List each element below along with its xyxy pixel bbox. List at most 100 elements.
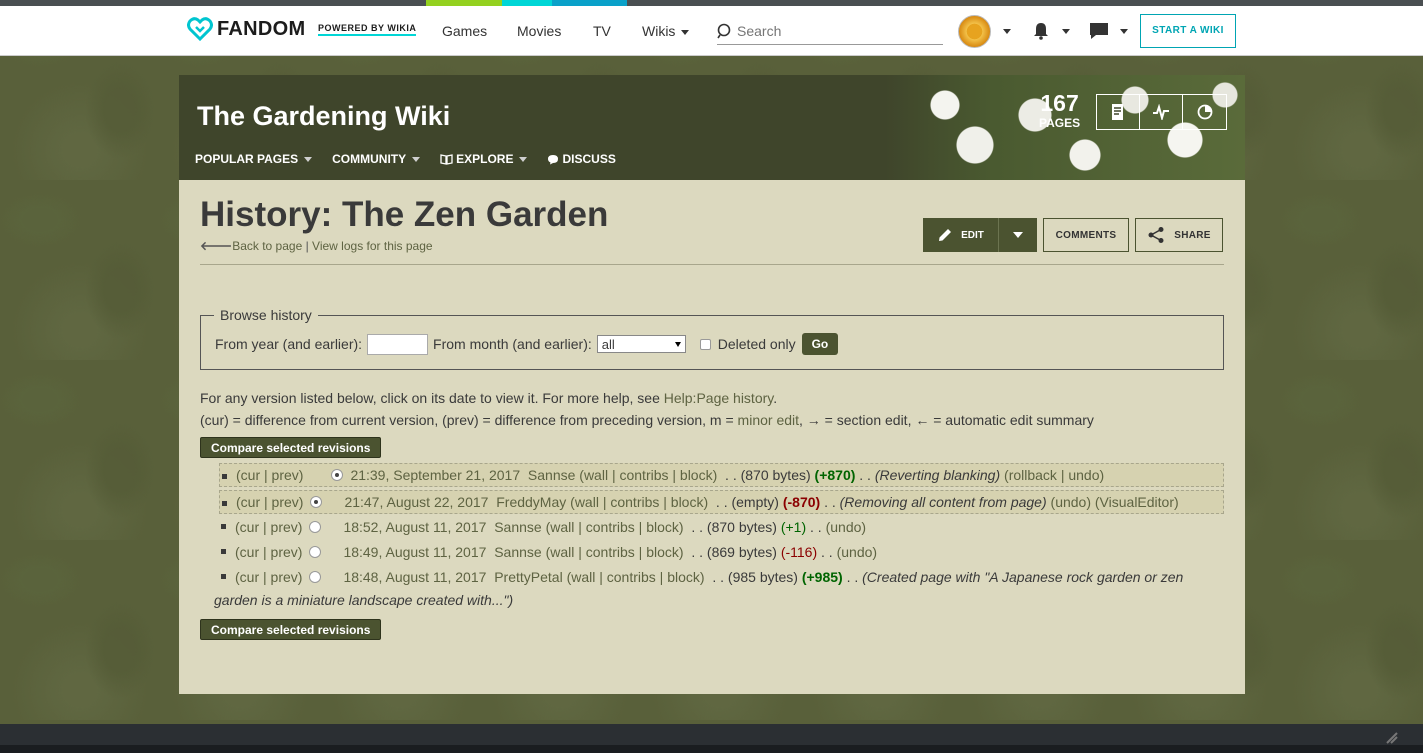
search-input[interactable] (737, 23, 927, 39)
revision-diff: (+985) (801, 568, 843, 585)
revision-actions[interactable]: (rollback | undo) (1004, 467, 1104, 483)
page-count-label: PAGES (1039, 116, 1081, 130)
chevron-down-icon (519, 156, 528, 162)
revision-user-link[interactable]: Sannse (494, 519, 541, 535)
add-new-page-button[interactable] (1097, 95, 1140, 129)
revision-radio[interactable] (331, 469, 344, 481)
user-tools-links[interactable]: (wall | contribs | block) (579, 467, 717, 483)
user-tools-links[interactable]: (wall | contribs | block) (546, 544, 684, 560)
nav-movies[interactable]: Movies (517, 23, 561, 39)
tab-explore[interactable]: EXPLORE (440, 152, 528, 166)
speech-bubble-icon (548, 154, 559, 164)
share-label: SHARE (1174, 229, 1211, 241)
edit-button-group: EDIT (923, 218, 1037, 252)
revision-date-link[interactable]: 18:48, August 11, 2017 (343, 569, 486, 585)
revision-date-link[interactable]: 18:52, August 11, 2017 (343, 519, 486, 535)
fandom-logo[interactable]: FANDOM (187, 16, 305, 42)
back-to-page-link[interactable]: Back to page (232, 239, 302, 253)
nav-tv[interactable]: TV (593, 23, 611, 39)
revision-diff: (-116) (780, 543, 818, 560)
breadcrumb: 🡐Back to page | View logs for this page (200, 238, 433, 253)
go-button[interactable]: Go (801, 333, 839, 355)
deleted-only-label: Deleted only (717, 336, 796, 352)
view-logs-link[interactable]: View logs for this page (312, 239, 433, 253)
messages-icon[interactable] (1089, 22, 1109, 40)
tab-popular-pages[interactable]: POPULAR PAGES (195, 152, 313, 166)
revision-radio[interactable] (310, 496, 323, 508)
revision-diff: (+1) (780, 518, 807, 535)
notifications-bell-icon[interactable] (1032, 22, 1050, 40)
wiki-tools (1096, 94, 1227, 130)
tab-community[interactable]: COMMUNITY (332, 152, 421, 166)
user-tools-links[interactable]: (wall | contribs | block) (546, 519, 684, 535)
revision-user-link[interactable]: Sannse (528, 467, 575, 483)
wiki-header: The Gardening Wiki POPULAR PAGES COMMUNI… (179, 75, 1245, 180)
share-button[interactable]: SHARE (1135, 218, 1223, 252)
add-page-icon (1112, 104, 1123, 120)
user-tools-links[interactable]: (wall | contribs | block) (567, 569, 705, 585)
wiki-activity-button[interactable] (1140, 95, 1183, 129)
start-a-wiki-button[interactable]: START A WIKI (1140, 14, 1236, 48)
pencil-icon (939, 229, 952, 241)
revision-radio[interactable] (309, 545, 322, 558)
revision-user-link[interactable]: Sannse (494, 544, 541, 560)
edit-button[interactable]: EDIT (923, 218, 999, 252)
revision-size: . . (985 bytes) (712, 568, 798, 585)
revision-date-link[interactable]: 18:49, August 11, 2017 (343, 544, 486, 560)
nav-wikis[interactable]: Wikis (642, 23, 690, 39)
browse-history-form: Browse history From year (and earlier): … (200, 307, 1224, 370)
revision-date-link[interactable]: 21:39, September 21, 2017 (350, 467, 520, 483)
revision-radio[interactable] (309, 570, 322, 583)
revision-actions[interactable]: (undo) (826, 519, 866, 535)
wiki-insights-button[interactable] (1183, 95, 1226, 129)
page-counter: 167 PAGES (1039, 90, 1080, 130)
cur-prev-links[interactable]: (cur | prev) (236, 467, 303, 483)
list-bullet (222, 474, 227, 479)
page-title: History: The Zen Garden (200, 195, 609, 234)
list-bullet (221, 549, 226, 554)
revision-user-link[interactable]: FreddyMay (496, 494, 566, 510)
revision-date-link[interactable]: 21:47, August 22, 2017 (344, 494, 488, 510)
breadcrumb-separator: | (302, 239, 313, 253)
revision-summary: (Created page with "A Japanese rock gard… (862, 568, 1184, 585)
tab-discuss[interactable]: DISCUSS (547, 152, 616, 166)
compare-revisions-button-top[interactable]: Compare selected revisions (200, 437, 382, 458)
avatar[interactable] (958, 15, 991, 48)
minor-edit-link[interactable]: minor edit (738, 412, 799, 428)
fandom-wordmark: FANDOM (217, 17, 306, 40)
cur-prev-links[interactable]: (cur | prev) (236, 494, 303, 510)
wiki-title[interactable]: The Gardening Wiki (197, 101, 450, 132)
month-select[interactable]: all (596, 335, 686, 353)
revision-actions[interactable]: (undo) (VisualEditor) (1051, 494, 1179, 510)
revision-diff: (-870) (782, 494, 821, 510)
cur-prev-links[interactable]: (cur | prev) (235, 569, 302, 585)
compare-revisions-button-bottom[interactable]: Compare selected revisions (200, 619, 382, 640)
notifications-chevron-down-icon[interactable] (1062, 29, 1070, 34)
revision-actions[interactable]: (undo) (837, 544, 877, 560)
tab-explore-label: EXPLORE (456, 152, 514, 166)
revision-user-link[interactable]: PrettyPetal (494, 569, 562, 585)
wiki-tabs: POPULAR PAGES COMMUNITY EXPLORE DISCUSS (195, 152, 636, 166)
chevron-down-icon (681, 29, 690, 35)
cur-prev-links[interactable]: (cur | prev) (235, 544, 302, 560)
revision-radio[interactable] (309, 520, 322, 533)
revision-row: (cur | prev) 18:49, August 11, 2017 Sann… (219, 539, 1224, 564)
browse-history-legend: Browse history (220, 307, 312, 323)
comments-button[interactable]: COMMENTS (1043, 218, 1129, 252)
help-page-history-link[interactable]: Help:Page history (664, 390, 773, 406)
fandom-corner-icon[interactable] (1385, 731, 1399, 745)
year-input[interactable] (367, 333, 429, 355)
edit-dropdown-button[interactable] (999, 218, 1037, 252)
messages-chevron-down-icon[interactable] (1120, 29, 1128, 34)
deleted-only-checkbox[interactable] (699, 338, 711, 350)
title-divider (200, 264, 1224, 265)
avatar-chevron-down-icon[interactable] (1003, 29, 1011, 34)
revision-diff: (+870) (814, 467, 856, 483)
fandom-heart-icon (187, 17, 213, 42)
powered-by-wikia[interactable]: POWERED BY WIKIA (318, 23, 417, 36)
search-box[interactable] (717, 18, 943, 45)
nav-games[interactable]: Games (442, 23, 487, 39)
user-tools-links[interactable]: (wall | contribs | block) (570, 494, 708, 510)
cur-prev-links[interactable]: (cur | prev) (235, 519, 302, 535)
tab-community-label: COMMUNITY (332, 152, 407, 166)
